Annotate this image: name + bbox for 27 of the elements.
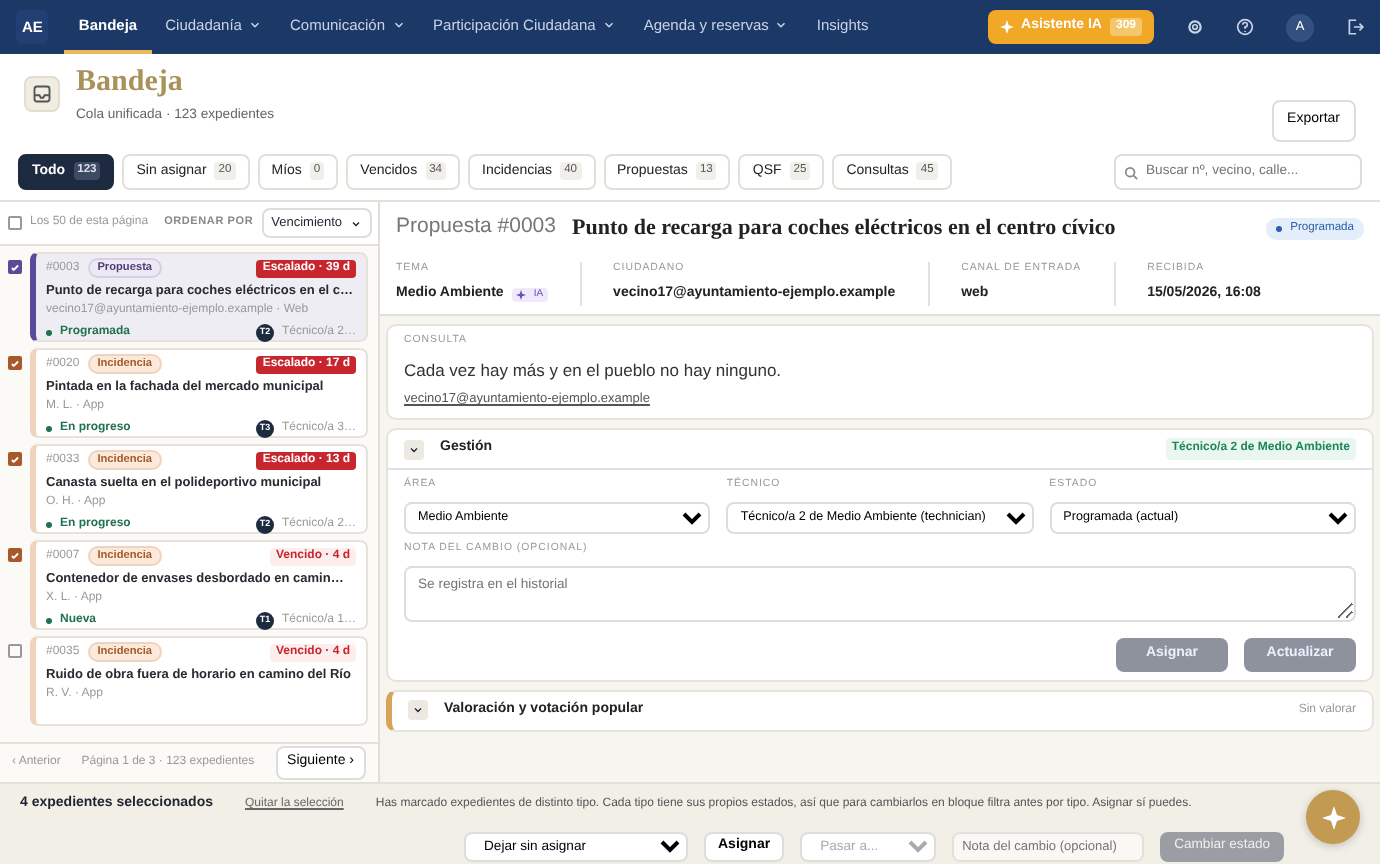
select-all-checkbox[interactable] <box>8 216 22 230</box>
tray-drawing <box>32 84 52 104</box>
sparkle-icon <box>999 20 1014 34</box>
chevron-icon <box>412 704 424 717</box>
status-dot-icon <box>46 522 52 529</box>
status-dot-icon <box>46 618 52 625</box>
logout-icon[interactable] <box>1346 18 1364 36</box>
status-dot-icon <box>46 426 52 433</box>
collapse-toggle[interactable] <box>404 439 424 460</box>
item-checkbox[interactable] <box>8 548 22 562</box>
status-dot-icon <box>46 330 52 337</box>
sparkle-icon <box>515 290 526 301</box>
chevron-down-icon <box>350 217 363 229</box>
item-checkbox[interactable] <box>8 260 22 274</box>
sparkle-icon <box>1321 805 1345 829</box>
item-checkbox[interactable] <box>8 356 22 370</box>
item-checkbox[interactable] <box>8 452 22 466</box>
settings-icon[interactable] <box>1186 18 1204 36</box>
status-dot-icon <box>1276 225 1283 232</box>
item-checkbox[interactable] <box>8 644 22 658</box>
page-title: Bandeja <box>76 68 185 98</box>
case-title: Punto de recarga para coches eléctricos en el centro cívico <box>571 214 1116 244</box>
chevron-icon <box>408 443 420 456</box>
case-type-number: Propuesta #0003 <box>396 212 556 243</box>
expand-toggle[interactable] <box>408 700 428 721</box>
help-icon[interactable] <box>1236 18 1254 36</box>
query-text: Cada vez hay más y en el pueblo no hay ninguno. <box>404 357 784 383</box>
